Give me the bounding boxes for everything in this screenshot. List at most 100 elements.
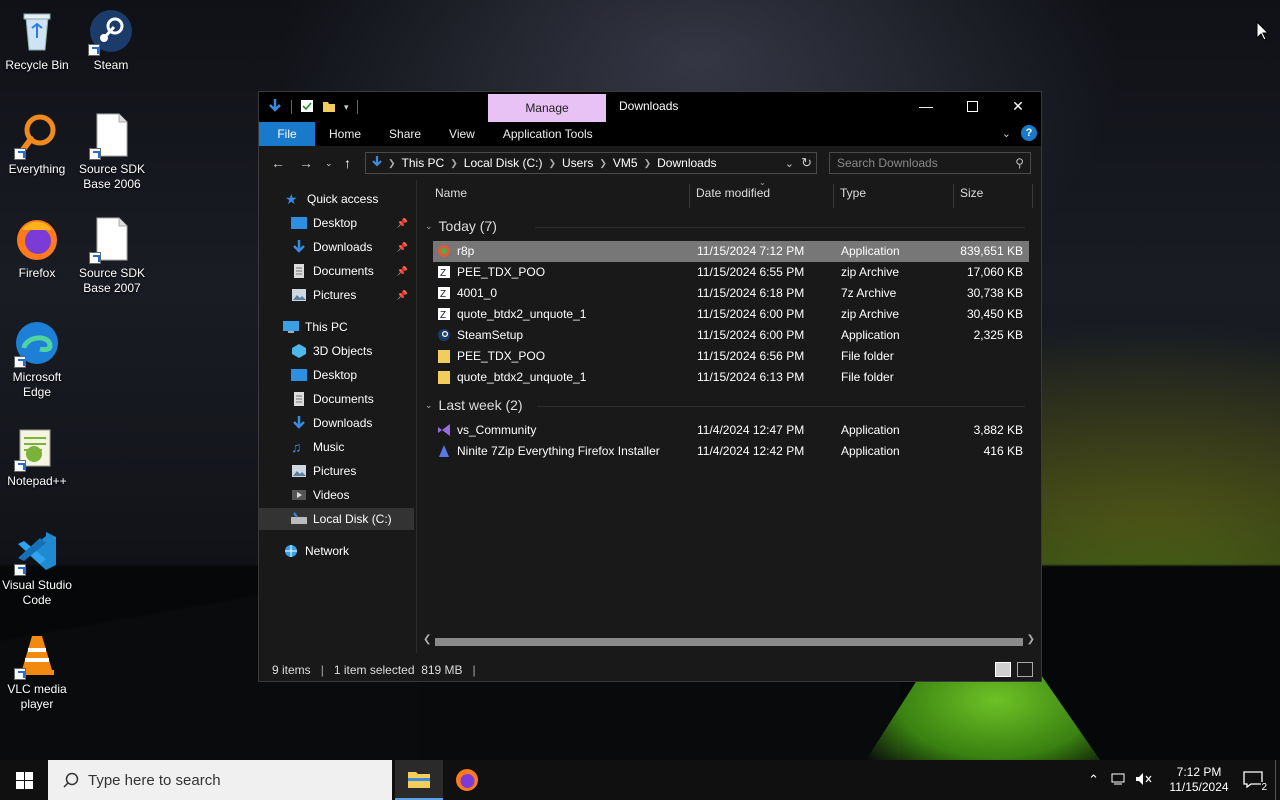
- breadcrumb-users[interactable]: Users: [556, 156, 599, 170]
- nav-music[interactable]: ♫ Music: [259, 436, 414, 458]
- table-row[interactable]: vs_Community 11/4/2024 12:47 PM Applicat…: [433, 420, 1029, 441]
- refresh-icon[interactable]: ↻: [801, 155, 812, 171]
- scrollbar-thumb[interactable]: [435, 638, 1023, 646]
- nav-documents[interactable]: Documents: [259, 388, 414, 410]
- table-row[interactable]: Z 4001_0 11/15/2024 6:18 PM 7z Archive 3…: [433, 283, 1029, 304]
- tab-home[interactable]: Home: [315, 122, 375, 146]
- breadcrumb-local-disk[interactable]: Local Disk (C:): [458, 156, 549, 170]
- table-row[interactable]: quote_btdx2_unquote_1 11/15/2024 6:13 PM…: [433, 367, 1029, 388]
- tab-view[interactable]: View: [435, 122, 489, 146]
- nav-desktop[interactable]: Desktop: [259, 364, 414, 386]
- table-row[interactable]: Z quote_btdx2_unquote_1 11/15/2024 6:00 …: [433, 304, 1029, 325]
- group-header-today[interactable]: ⌄ Today (7): [425, 218, 1025, 234]
- show-hidden-icons-icon[interactable]: ⌃: [1088, 772, 1099, 788]
- nav-this-pc[interactable]: This PC: [259, 316, 414, 338]
- close-button[interactable]: ✕: [995, 92, 1041, 120]
- desktop-icon-everything[interactable]: Everything: [0, 112, 74, 177]
- desktop-icon-notepadpp[interactable]: Notepad++: [0, 424, 74, 489]
- table-row[interactable]: Ninite 7Zip Everything Firefox Installer…: [433, 441, 1029, 462]
- desktop-icon-edge[interactable]: Microsoft Edge: [0, 320, 74, 400]
- nav-quick-access[interactable]: ★ Quick access: [259, 188, 414, 210]
- address-dropdown-icon[interactable]: ⌄: [785, 157, 794, 170]
- back-arrow-icon[interactable]: ←: [271, 155, 285, 171]
- scroll-left-icon[interactable]: ❮: [423, 634, 431, 645]
- tab-share[interactable]: Share: [375, 122, 435, 146]
- show-desktop-button[interactable]: [1275, 760, 1280, 800]
- network-status-icon[interactable]: [1111, 772, 1127, 789]
- desktop-icon-steam[interactable]: Steam: [74, 8, 148, 73]
- forward-arrow-icon[interactable]: →: [299, 155, 313, 171]
- search-input[interactable]: Search Downloads: [837, 156, 938, 170]
- file-date: 11/15/2024 6:56 PM: [697, 349, 805, 363]
- desktop-icon-vscode[interactable]: Visual Studio Code: [0, 528, 74, 608]
- table-row[interactable]: Z PEE_TDX_POO 11/15/2024 6:55 PM zip Arc…: [433, 262, 1029, 283]
- system-clock[interactable]: 7:12 PM 11/15/2024: [1163, 765, 1235, 795]
- taskbar-search-input[interactable]: Type here to search: [88, 772, 221, 789]
- customize-toolbar-icon[interactable]: ▾: [344, 102, 349, 113]
- recent-locations-icon[interactable]: ⌄: [325, 158, 333, 169]
- notifications-icon[interactable]: 2: [1243, 770, 1267, 793]
- breadcrumb-vm5[interactable]: VM5: [607, 156, 644, 170]
- file-size: 416 KB: [983, 444, 1023, 458]
- expand-ribbon-icon[interactable]: ⌄: [1002, 127, 1011, 140]
- desktop-icon-recycle-bin[interactable]: Recycle Bin: [0, 8, 74, 73]
- maximize-button[interactable]: [949, 92, 995, 120]
- new-folder-icon[interactable]: [322, 99, 336, 116]
- group-header-last-week[interactable]: ⌄ Last week (2): [425, 397, 1025, 413]
- nav-network[interactable]: Network: [259, 540, 414, 562]
- taskbar-file-explorer[interactable]: [395, 760, 443, 800]
- folder-icon: [437, 349, 451, 363]
- tab-file[interactable]: File: [259, 122, 315, 146]
- tab-application-tools[interactable]: Application Tools: [489, 122, 607, 146]
- desktop-icon-label: Steam: [93, 58, 129, 72]
- table-row[interactable]: SteamSetup 11/15/2024 6:00 PM Applicatio…: [433, 325, 1029, 346]
- details-view-icon[interactable]: [995, 662, 1011, 677]
- properties-icon[interactable]: [300, 99, 314, 116]
- desktop-icon-firefox[interactable]: Firefox: [0, 216, 74, 281]
- network-icon: [283, 544, 299, 558]
- system-tray: ⌃ 7:12 PM 11/15/2024 2: [1088, 760, 1280, 800]
- horizontal-scrollbar[interactable]: ❮ ❯: [421, 633, 1037, 649]
- address-bar[interactable]: ❯ This PC ❯ Local Disk (C:) ❯ Users ❯ VM…: [365, 152, 817, 174]
- nav-downloads[interactable]: Downloads: [259, 412, 414, 434]
- download-arrow-icon[interactable]: [267, 98, 283, 117]
- file-date: 11/15/2024 6:00 PM: [697, 328, 805, 342]
- start-button[interactable]: [0, 760, 48, 800]
- breadcrumb-downloads[interactable]: Downloads: [651, 156, 722, 170]
- nav-quick-downloads[interactable]: Downloads 📌: [259, 236, 414, 258]
- taskbar-firefox[interactable]: [443, 760, 491, 800]
- help-icon[interactable]: ?: [1021, 125, 1037, 141]
- scroll-right-icon[interactable]: ❯: [1027, 634, 1035, 645]
- table-row[interactable]: PEE_TDX_POO 11/15/2024 6:56 PM File fold…: [433, 346, 1029, 367]
- title-bar: ▾ Manage Downloads — ✕: [259, 92, 1041, 122]
- nav-quick-desktop[interactable]: Desktop 📌: [259, 212, 414, 234]
- desktop-icon-source-sdk-2007[interactable]: Source SDK Base 2007: [75, 216, 149, 296]
- search-box[interactable]: Search Downloads ⚲: [829, 152, 1031, 174]
- column-header-size[interactable]: Size: [960, 180, 983, 206]
- volume-muted-icon[interactable]: [1135, 772, 1153, 789]
- minimize-button[interactable]: —: [903, 92, 949, 120]
- up-arrow-icon[interactable]: ↑: [344, 155, 351, 171]
- quick-access-toolbar: ▾: [259, 92, 358, 122]
- desktop-icon-source-sdk-2006[interactable]: Source SDK Base 2006: [75, 112, 149, 192]
- tab-manage[interactable]: Manage: [488, 94, 606, 122]
- breadcrumb-this-pc[interactable]: This PC: [396, 156, 451, 170]
- nav-3d-objects[interactable]: 3D Objects: [259, 340, 414, 362]
- nav-quick-pictures[interactable]: Pictures 📌: [259, 284, 414, 306]
- file-type: Application: [841, 423, 900, 437]
- column-header-name[interactable]: Name: [435, 180, 467, 206]
- taskbar-search-box[interactable]: Type here to search: [48, 760, 392, 800]
- nav-quick-documents[interactable]: Documents 📌: [259, 260, 414, 282]
- file-name: quote_btdx2_unquote_1: [457, 307, 587, 321]
- nav-pictures[interactable]: Pictures: [259, 460, 414, 482]
- desktop-icon-label: Recycle Bin: [5, 58, 69, 72]
- column-header-type[interactable]: Type: [840, 180, 866, 206]
- nav-local-disk[interactable]: Local Disk (C:): [259, 508, 414, 530]
- desktop-icon-vlc[interactable]: VLC media player: [0, 632, 74, 712]
- large-icons-view-icon[interactable]: [1017, 662, 1033, 677]
- table-row[interactable]: r8p 11/15/2024 7:12 PM Application 839,6…: [433, 241, 1029, 262]
- file-name: Ninite 7Zip Everything Firefox Installer: [457, 444, 660, 458]
- nav-videos[interactable]: Videos: [259, 484, 414, 506]
- file-date: 11/15/2024 7:12 PM: [697, 244, 805, 258]
- file-size: 30,450 KB: [966, 307, 1023, 321]
